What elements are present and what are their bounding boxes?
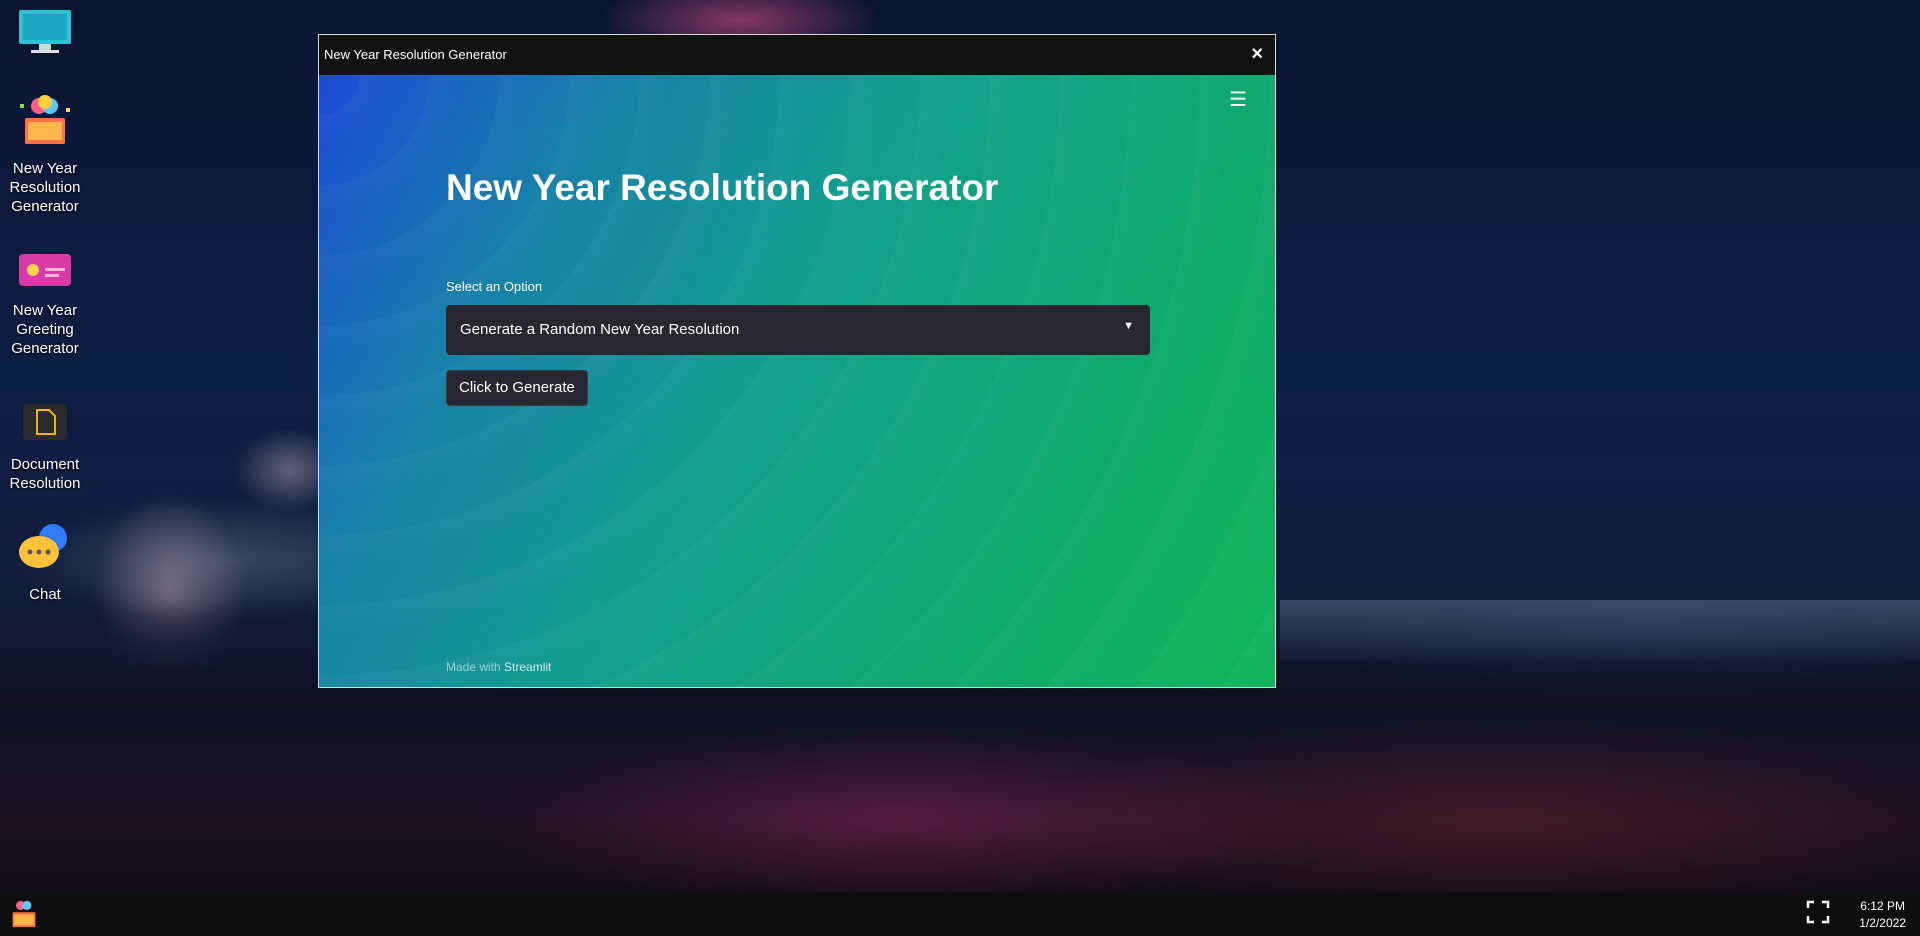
option-select[interactable]: Generate a Random New Year Resolution ▼: [446, 305, 1150, 355]
desktop-icon-document-resolution[interactable]: Document Resolution: [0, 398, 90, 493]
window-titlebar[interactable]: New Year Resolution Generator ×: [319, 35, 1275, 75]
taskbar: 6:12 PM 1/2/2022: [0, 892, 1920, 936]
chat-icon: [0, 520, 90, 579]
new-year-2022-icon: [0, 94, 90, 153]
select-value: Generate a Random New Year Resolution: [460, 321, 740, 338]
desktop-icon-monitor[interactable]: [0, 8, 90, 67]
app-content: ☰ New Year Resolution Generator Select a…: [319, 75, 1275, 687]
taskbar-app-icon[interactable]: [8, 898, 40, 934]
app-window: New Year Resolution Generator × ☰ New Ye…: [318, 34, 1276, 688]
footer-prefix: Made with: [446, 660, 501, 674]
chevron-down-icon: ▼: [1123, 320, 1134, 332]
taskbar-clock[interactable]: 6:12 PM 1/2/2022: [1859, 898, 1906, 932]
fullscreen-icon[interactable]: [1806, 900, 1830, 928]
select-label: Select an Option: [446, 279, 543, 294]
window-title: New Year Resolution Generator: [324, 47, 507, 62]
generate-button[interactable]: Click to Generate: [446, 370, 588, 406]
greeting-card-icon: [0, 250, 90, 295]
desktop-icon-resolution-generator[interactable]: New Year Resolution Generator: [0, 94, 90, 216]
desktop-icon-label: Chat: [29, 586, 61, 603]
page-title: New Year Resolution Generator: [446, 167, 999, 208]
monitor-icon: [0, 8, 90, 61]
document-icon: [0, 398, 90, 449]
clock-time: 6:12 PM: [1860, 899, 1905, 913]
hamburger-menu-icon[interactable]: ☰: [1229, 87, 1247, 111]
close-icon[interactable]: ×: [1251, 43, 1263, 66]
desktop-icon-chat[interactable]: Chat: [0, 520, 90, 604]
clock-date: 1/2/2022: [1859, 916, 1906, 930]
footer: Made with Streamlit: [446, 660, 551, 674]
desktop-icon-label: Document Resolution: [9, 456, 81, 492]
background-bridge: [1280, 600, 1920, 660]
desktop-icon-greeting-generator[interactable]: New Year Greeting Generator: [0, 250, 90, 358]
desktop-icon-label: New Year Greeting Generator: [11, 302, 79, 357]
footer-brand-link[interactable]: Streamlit: [504, 660, 551, 674]
desktop-icon-label: New Year Resolution Generator: [9, 160, 81, 215]
